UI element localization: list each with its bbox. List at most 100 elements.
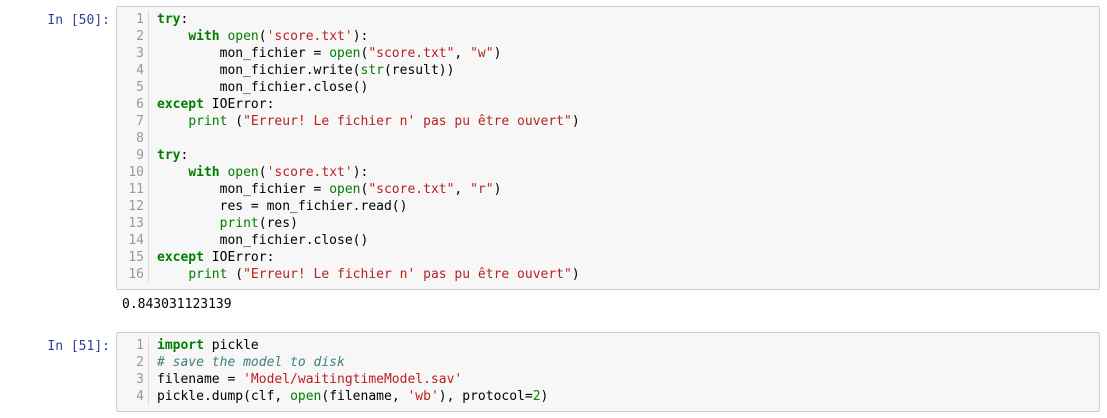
line-number: 1	[117, 337, 149, 354]
line-number: 14	[117, 232, 149, 249]
code-text: try:	[149, 11, 188, 28]
code-token: pickle	[203, 338, 259, 353]
code-token: # save the model to disk	[157, 355, 345, 370]
code-token: IOError:	[203, 250, 275, 265]
code-text: print ("Erreur! Le fichier n' pas pu êtr…	[149, 266, 579, 283]
code-token: mon_fichier.close()	[157, 233, 369, 248]
code-token: )	[540, 389, 549, 404]
line-number: 16	[117, 266, 149, 283]
code-line[interactable]: 3 mon_fichier = open("score.txt", "w")	[117, 45, 1099, 62]
code-token: open	[227, 29, 259, 44]
line-number: 4	[117, 388, 149, 405]
code-token: mon_fichier =	[157, 46, 330, 61]
input-prompt: In [51]:	[47, 339, 110, 354]
code-token: try	[157, 12, 181, 27]
line-number: 13	[117, 215, 149, 232]
code-token: )	[493, 46, 502, 61]
line-number: 6	[117, 96, 149, 113]
code-text: res = mon_fichier.read()	[149, 198, 408, 215]
code-text: filename = 'Model/waitingtimeModel.sav'	[149, 371, 462, 388]
code-token: :	[180, 148, 189, 163]
code-token: IOError:	[203, 97, 275, 112]
code-text: mon_fichier.close()	[149, 232, 369, 249]
code-token: print	[188, 267, 228, 282]
code-token: open	[329, 182, 361, 197]
code-line[interactable]: 6 except IOError:	[117, 96, 1099, 113]
code-token: pickle.dump(clf,	[157, 389, 291, 404]
code-token: 'score.txt'	[266, 165, 353, 180]
code-token: print	[188, 114, 228, 129]
code-token: str	[360, 63, 384, 78]
line-number: 2	[117, 28, 149, 45]
code-token: :	[180, 12, 189, 27]
code-line[interactable]: 14 mon_fichier.close()	[117, 232, 1099, 249]
code-line[interactable]: 10 with open('score.txt'):	[117, 164, 1099, 181]
code-token: 'wb'	[407, 389, 439, 404]
code-token: print	[219, 216, 259, 231]
line-number: 8	[117, 130, 149, 147]
code-token: "w"	[470, 46, 494, 61]
code-line[interactable]: 15 except IOError:	[117, 249, 1099, 266]
input-prompt: In [50]:	[47, 13, 110, 28]
code-line[interactable]: 7 print ("Erreur! Le fichier n' pas pu ê…	[117, 113, 1099, 130]
code-line[interactable]: 4 mon_fichier.write(str(result))	[117, 62, 1099, 79]
code-token: )	[493, 182, 502, 197]
code-token: with	[188, 165, 220, 180]
code-token: mon_fichier =	[157, 182, 330, 197]
code-text: print(res)	[149, 215, 298, 232]
code-token: open	[329, 46, 361, 61]
line-number: 3	[117, 45, 149, 62]
code-line[interactable]: 1 try:	[117, 11, 1099, 28]
code-line[interactable]: 1 import pickle	[117, 337, 1099, 354]
code-line[interactable]: 2 with open('score.txt'):	[117, 28, 1099, 45]
code-token: except	[157, 97, 204, 112]
code-editor[interactable]: 1 try: 2 with open('score.txt'): 3 mon_fich…	[116, 6, 1100, 290]
code-line[interactable]: 3 filename = 'Model/waitingtimeModel.sav'	[117, 371, 1099, 388]
code-token: filename =	[157, 372, 244, 387]
line-number: 3	[117, 371, 149, 388]
code-text: try:	[149, 147, 188, 164]
code-text: # save the model to disk	[149, 354, 345, 371]
line-number: 7	[117, 113, 149, 130]
code-line[interactable]: 12 res = mon_fichier.read()	[117, 198, 1099, 215]
code-token: mon_fichier.write(	[157, 63, 361, 78]
code-token: "score.txt"	[368, 182, 455, 197]
code-line[interactable]: 16 print ("Erreur! Le fichier n' pas pu …	[117, 266, 1099, 283]
line-number: 12	[117, 198, 149, 215]
code-line[interactable]: 9 try:	[117, 147, 1099, 164]
code-token: import	[157, 338, 204, 353]
code-token: res = mon_fichier.read()	[157, 199, 408, 214]
code-text: mon_fichier = open("score.txt", "w")	[149, 45, 502, 62]
code-token: 2	[532, 389, 541, 404]
code-token: (result))	[383, 63, 455, 78]
line-number: 2	[117, 354, 149, 371]
code-line[interactable]: 13 print(res)	[117, 215, 1099, 232]
code-token: (	[258, 165, 267, 180]
code-line[interactable]: 4 pickle.dump(clf, open(filename, 'wb'), …	[117, 388, 1099, 405]
code-editor[interactable]: 1 import pickle 2 # save the model to disk 3…	[116, 332, 1100, 412]
code-token: ,	[454, 46, 471, 61]
code-token: (res)	[258, 216, 298, 231]
code-line[interactable]: 8	[117, 130, 1099, 147]
code-line[interactable]: 11 mon_fichier = open("score.txt", "r")	[117, 181, 1099, 198]
line-number: 5	[117, 79, 149, 96]
code-token: "Erreur! Le fichier n' pas pu être ouver…	[243, 114, 572, 129]
line-number: 9	[117, 147, 149, 164]
code-line[interactable]: 5 mon_fichier.close()	[117, 79, 1099, 96]
code-text: mon_fichier = open("score.txt", "r")	[149, 181, 502, 198]
code-token: )	[571, 114, 580, 129]
code-token: ):	[352, 165, 369, 180]
code-token: 'Model/waitingtimeModel.sav'	[243, 372, 463, 387]
code-text: with open('score.txt'):	[149, 164, 368, 181]
code-text: import pickle	[149, 337, 259, 354]
code-token: 'score.txt'	[266, 29, 353, 44]
code-line[interactable]: 2 # save the model to disk	[117, 354, 1099, 371]
line-number: 4	[117, 62, 149, 79]
code-token: "score.txt"	[368, 46, 455, 61]
code-token: "r"	[470, 182, 494, 197]
notebook: In [50]: 1 try: 2 with open('score.txt'): 3…	[0, 0, 1107, 418]
